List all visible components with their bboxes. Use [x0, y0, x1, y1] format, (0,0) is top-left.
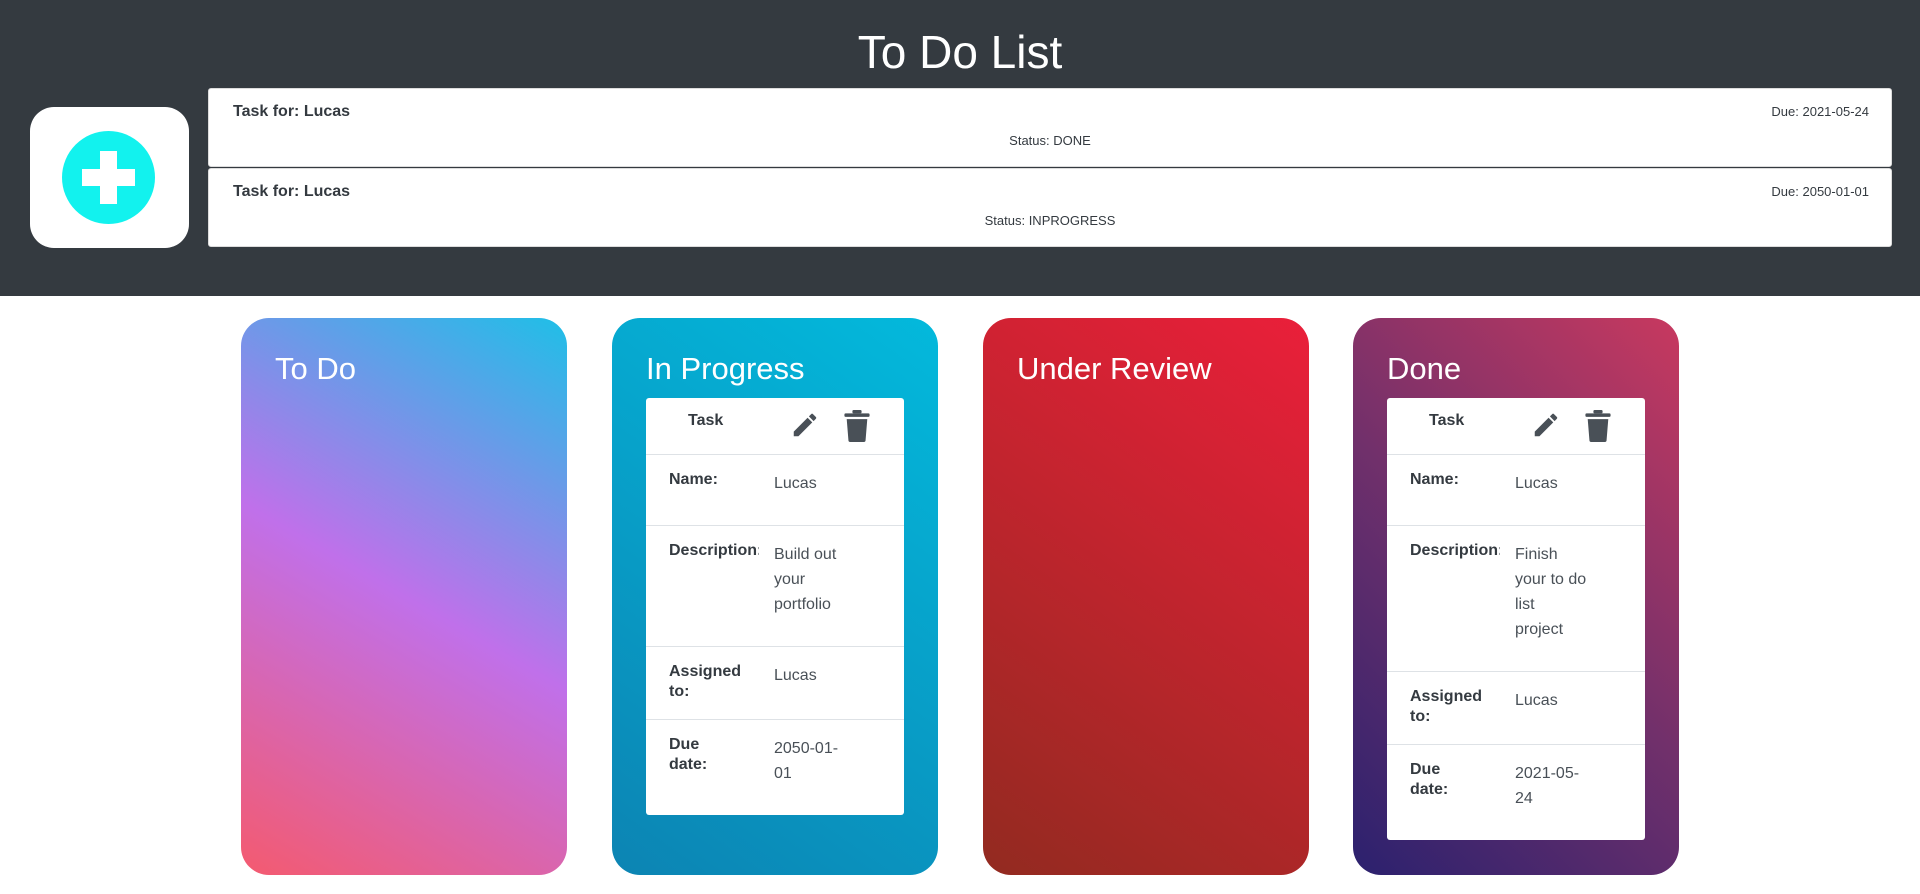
field-value: Lucas — [774, 667, 817, 684]
trash-icon[interactable] — [1584, 410, 1612, 442]
task-summary-list: Task for: Lucas Due: 2021-05-24 Status: … — [208, 88, 1892, 248]
trash-icon[interactable] — [843, 410, 871, 442]
task-field-name: Name: Lucas — [646, 455, 904, 526]
task-summary-item[interactable]: Task for: Lucas Due: 2050-01-01 Status: … — [208, 168, 1892, 247]
add-task-button[interactable] — [30, 107, 189, 248]
column-done: Done Task Name: Lucas Description: Finis… — [1353, 318, 1679, 875]
page-title: To Do List — [857, 26, 1063, 78]
task-field-name: Name: Lucas — [1387, 455, 1645, 526]
pencil-icon[interactable] — [790, 410, 820, 440]
field-label: Description: — [669, 542, 759, 559]
task-field-description: Description: Build out your portfolio — [646, 526, 904, 647]
field-label: Name: — [669, 471, 718, 488]
field-value: Build out your portfolio — [774, 546, 837, 613]
task-summary-item[interactable]: Task for: Lucas Due: 2021-05-24 Status: … — [208, 88, 1892, 167]
field-label: Assigned to: — [1410, 688, 1483, 725]
task-card[interactable]: Task Name: Lucas Description: Build out … — [646, 398, 904, 815]
task-field-due-date: Due date: 2050-01-01 — [646, 720, 904, 815]
column-title: To Do — [275, 351, 356, 386]
plus-circle-icon[interactable] — [62, 131, 155, 224]
field-value: Lucas — [1515, 692, 1558, 709]
field-value: Lucas — [774, 475, 817, 492]
column-todo: To Do — [241, 318, 567, 875]
field-value: 2021-05-24 — [1515, 765, 1580, 807]
task-field-assigned: Assigned to: Lucas — [1387, 672, 1645, 745]
column-title: Done — [1387, 351, 1462, 386]
task-card-header: Task — [1387, 398, 1645, 455]
summary-assignee: Task for: Lucas — [233, 183, 351, 200]
field-label: Assigned to: — [669, 663, 742, 700]
field-label: Name: — [1410, 471, 1459, 488]
task-card-header: Task — [646, 398, 904, 455]
summary-due-date: Due: 2021-05-24 — [1771, 104, 1869, 119]
task-card[interactable]: Task Name: Lucas Description: Finish you… — [1387, 398, 1645, 840]
app-header: To Do List Task for: Lucas Due: 2021-05-… — [0, 0, 1920, 296]
field-label: Due date: — [669, 736, 708, 773]
task-field-assigned: Assigned to: Lucas — [646, 647, 904, 720]
summary-due-date: Due: 2050-01-01 — [1771, 184, 1869, 199]
summary-status: Status: DONE — [1009, 133, 1091, 148]
task-card-label: Task — [688, 412, 724, 429]
task-field-description: Description: Finish your to do list proj… — [1387, 526, 1645, 672]
column-title: Under Review — [1017, 351, 1212, 386]
column-title: In Progress — [646, 351, 805, 386]
pencil-icon[interactable] — [1531, 410, 1561, 440]
column-under-review: Under Review — [983, 318, 1309, 875]
field-value: Finish your to do list project — [1515, 546, 1587, 638]
field-value: 2050-01-01 — [774, 740, 839, 782]
column-in-progress: In Progress Task Name: Lucas Description… — [612, 318, 938, 875]
field-label: Description: — [1410, 542, 1500, 559]
task-card-label: Task — [1429, 412, 1465, 429]
task-field-due-date: Due date: 2021-05-24 — [1387, 745, 1645, 840]
summary-assignee: Task for: Lucas — [233, 103, 351, 120]
field-label: Due date: — [1410, 761, 1449, 798]
field-value: Lucas — [1515, 475, 1558, 492]
summary-status: Status: INPROGRESS — [984, 213, 1116, 228]
